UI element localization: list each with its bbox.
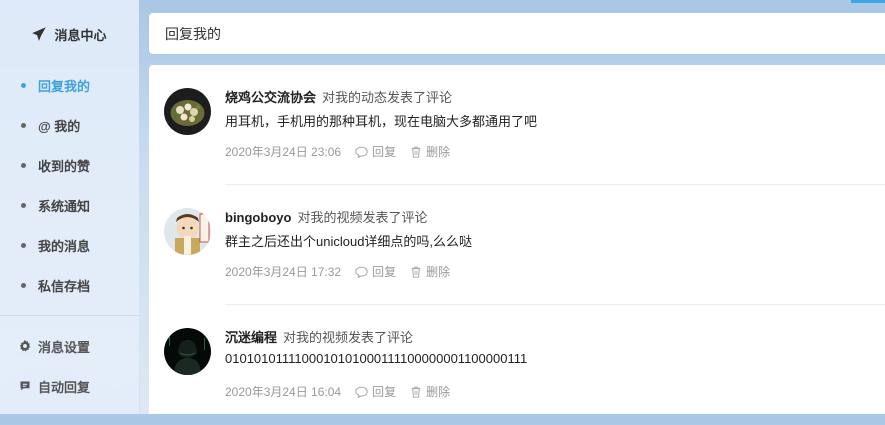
sidebar-item-dm-archive[interactable]: 私信存档 xyxy=(0,265,139,305)
reply-meta: 2020年3月24日 17:32 回复 删除 xyxy=(225,263,450,280)
sidebar-item-label: @ 我的 xyxy=(38,118,81,134)
reply-timestamp: 2020年3月24日 17:32 xyxy=(225,265,342,279)
sidebar-item-label: 私信存档 xyxy=(38,278,91,294)
bullet-dot-icon xyxy=(21,162,26,168)
sidebar-item-label: 我的消息 xyxy=(38,238,91,254)
bullet-dot-icon xyxy=(21,82,26,88)
bullet-dot-icon xyxy=(21,242,26,248)
reply-button[interactable]: 回复 xyxy=(355,263,396,280)
sidebar-item-label: 回复我的 xyxy=(38,78,91,94)
sidebar-item-reply-me[interactable]: 回复我的 xyxy=(0,65,139,105)
delete-button[interactable]: 删除 xyxy=(410,383,450,400)
delete-button-label: 删除 xyxy=(426,385,451,399)
bullet-dot-icon xyxy=(21,202,26,208)
bullet-dot-icon xyxy=(21,282,26,288)
comment-icon xyxy=(355,386,368,398)
delete-button-label: 删除 xyxy=(426,145,451,159)
list-item: 烧鸡公交流协会 对我的动态发表了评论 用耳机，手机用的那种耳机，现在电脑大多都通用… xyxy=(149,65,885,185)
page-header: 回复我的 xyxy=(149,13,885,54)
comment-icon xyxy=(355,266,368,278)
list-item: bingoboyo 对我的视频发表了评论 群主之后还出个unicloud详细点的吗… xyxy=(149,185,885,305)
chat-bubble-icon xyxy=(19,380,31,392)
avatar[interactable] xyxy=(164,208,211,255)
reply-button-label: 回复 xyxy=(372,265,397,279)
username-link[interactable]: 烧鸡公交流协会 xyxy=(225,90,316,105)
reply-header: bingoboyo 对我的视频发表了评论 xyxy=(225,207,427,226)
delete-button-label: 删除 xyxy=(426,265,451,279)
sidebar-item-likes[interactable]: 收到的赞 xyxy=(0,145,139,185)
reply-message: 群主之后还出个unicloud详细点的吗,么么哒 xyxy=(225,234,473,249)
avatar[interactable] xyxy=(164,328,211,375)
paper-plane-icon xyxy=(32,27,47,41)
trash-icon xyxy=(411,386,421,398)
sidebar-item-label: 自动回复 xyxy=(38,379,91,395)
sidebar-title: 消息中心 xyxy=(0,14,139,54)
sidebar-item-my-messages[interactable]: 我的消息 xyxy=(0,225,139,265)
sidebar-item-auto-reply[interactable]: 自动回复 xyxy=(0,366,139,406)
reply-timestamp: 2020年3月24日 23:06 xyxy=(225,145,342,159)
comment-icon xyxy=(355,146,368,158)
bullet-dot-icon xyxy=(21,122,26,128)
delete-button[interactable]: 删除 xyxy=(410,263,450,280)
reply-message: 用耳机，手机用的那种耳机，现在电脑大多都通用了吧 xyxy=(225,114,538,129)
reply-action-text: 对我的动态发表了评论 xyxy=(322,90,453,105)
username-link[interactable]: bingoboyo xyxy=(225,210,291,225)
sidebar-item-label: 系统通知 xyxy=(38,198,91,214)
sidebar-item-message-settings[interactable]: 消息设置 xyxy=(0,326,139,366)
reply-button-label: 回复 xyxy=(372,145,397,159)
sidebar-item-system-notice[interactable]: 系统通知 xyxy=(0,185,139,225)
gear-icon xyxy=(19,340,31,352)
sidebar-item-label: 收到的赞 xyxy=(38,158,91,174)
reply-button[interactable]: 回复 xyxy=(355,383,396,400)
sidebar-item-label: 消息设置 xyxy=(38,339,91,355)
sidebar-title-label: 消息中心 xyxy=(54,27,107,43)
reply-button[interactable]: 回复 xyxy=(355,143,396,160)
reply-action-text: 对我的视频发表了评论 xyxy=(297,210,428,225)
reply-action-text: 对我的视频发表了评论 xyxy=(283,330,414,345)
reply-meta: 2020年3月24日 23:06 回复 删除 xyxy=(225,143,450,160)
reply-message: 0101010111100010101000111100000001100000… xyxy=(225,351,528,366)
reply-header: 沉迷编程 对我的视频发表了评论 xyxy=(225,327,413,346)
reply-list: 烧鸡公交流协会 对我的动态发表了评论 用耳机，手机用的那种耳机，现在电脑大多都通用… xyxy=(149,65,885,414)
sidebar-divider xyxy=(0,315,139,316)
sidebar-item-mention-me[interactable]: @ 我的 xyxy=(0,105,139,145)
delete-button[interactable]: 删除 xyxy=(410,143,450,160)
top-accent-bar xyxy=(851,0,885,3)
trash-icon xyxy=(411,146,421,158)
trash-icon xyxy=(411,266,421,278)
avatar[interactable] xyxy=(164,88,211,135)
reply-button-label: 回复 xyxy=(372,385,397,399)
sidebar: 消息中心 回复我的 @ 我的 收到的赞 系统通知 我的消息 私信存档 消息设置 xyxy=(0,0,139,414)
list-item: 沉迷编程 对我的视频发表了评论 0101010111100010101000111… xyxy=(149,305,885,425)
username-link[interactable]: 沉迷编程 xyxy=(225,330,277,345)
reply-header: 烧鸡公交流协会 对我的动态发表了评论 xyxy=(225,87,452,106)
page-title: 回复我的 xyxy=(165,25,221,42)
reply-timestamp: 2020年3月24日 16:04 xyxy=(225,385,342,399)
reply-meta: 2020年3月24日 16:04 回复 删除 xyxy=(225,383,450,400)
